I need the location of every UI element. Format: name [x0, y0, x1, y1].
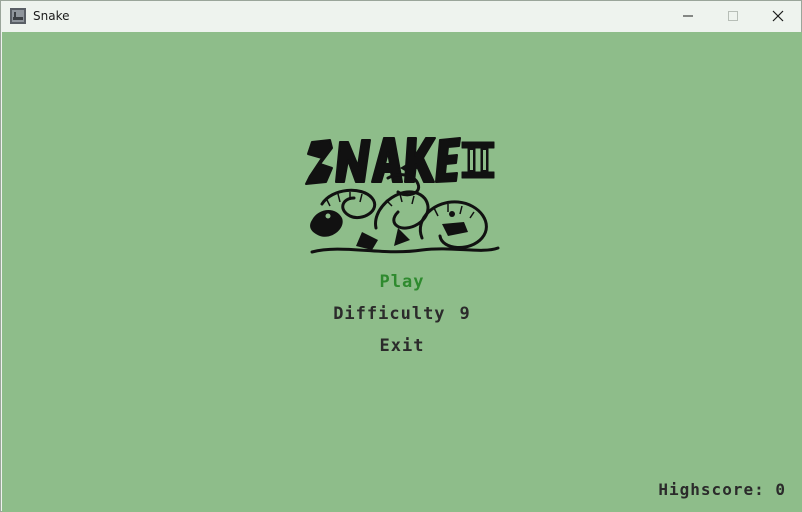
difficulty-label: Difficulty: [333, 304, 446, 324]
highscore-label: Highscore:: [658, 480, 765, 499]
title-bar[interactable]: Snake: [1, 1, 801, 31]
game-area[interactable]: Play Difficulty 9 Exit Highscore: 0: [2, 32, 802, 512]
highscore-display: Highscore: 0: [658, 480, 786, 499]
menu-play[interactable]: Play: [2, 272, 802, 292]
app-window: Snake Play Difficulty 9 Exit Highscore: …: [0, 0, 802, 512]
snake-app-icon: [10, 8, 26, 24]
highscore-value: 0: [775, 480, 786, 499]
window-title: Snake: [33, 9, 70, 23]
minimize-button[interactable]: [665, 1, 711, 31]
menu-exit[interactable]: Exit: [2, 336, 802, 356]
menu-difficulty[interactable]: Difficulty 9: [2, 304, 802, 324]
close-button[interactable]: [755, 1, 801, 31]
snake-logo: [305, 137, 500, 254]
maximize-icon: [728, 11, 738, 21]
maximize-button[interactable]: [710, 1, 756, 31]
minimize-icon: [683, 15, 693, 17]
difficulty-value: 9: [459, 304, 471, 324]
close-icon: [772, 10, 784, 22]
